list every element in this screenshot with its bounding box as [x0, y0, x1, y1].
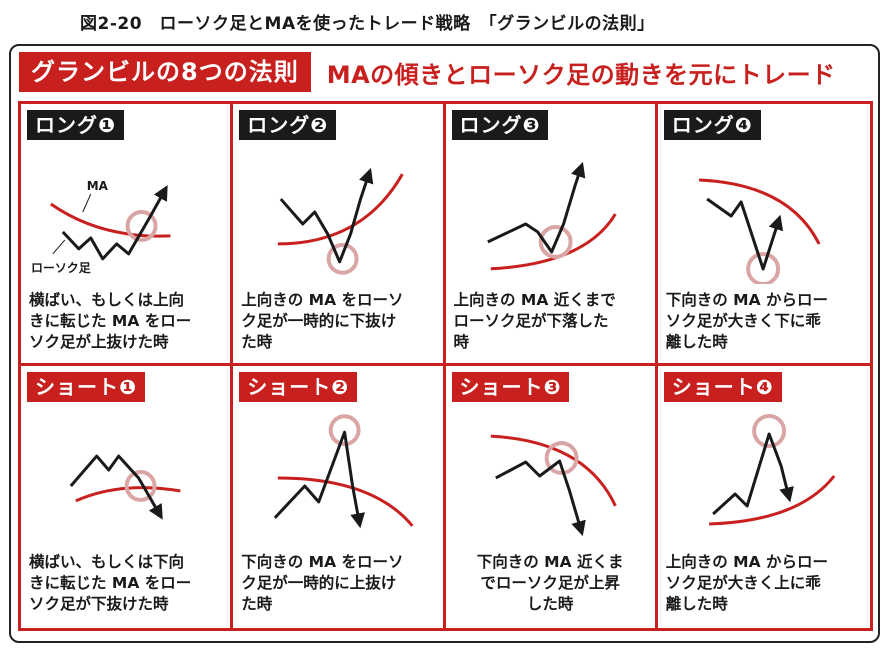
figure-caption: 図2-20 ローソク足とMAを使ったトレード戦略 「グランビルの法則」	[80, 14, 655, 34]
candle-line	[486, 161, 585, 254]
rule-description: 横ばい、もしくは下向 きに転じた MA をロー ソク足が下抜けた時	[29, 553, 192, 613]
candle-line	[61, 185, 168, 261]
rule-label: ロング❷	[239, 110, 337, 140]
rule-cell-short-4: ショート❹ 上向きの MA からロー ソク足が大きく上に乖 離した時	[658, 366, 870, 628]
ma-line	[698, 178, 821, 245]
rule-diagram	[708, 414, 836, 526]
rule-label: ショート❶	[27, 372, 145, 402]
rule-cell-long-2: ロング❷ 上向きの MA をローソ ク足が一時的に下抜け た時	[233, 104, 446, 366]
rule-label: ロング❶	[27, 110, 124, 140]
rule-diagram	[278, 167, 404, 275]
rule-diagram	[486, 161, 617, 271]
rule-label: ショート❹	[663, 372, 782, 402]
rule-diagram	[490, 434, 617, 537]
ma-line	[490, 213, 617, 271]
diagram-frame: グランビルの8つの法則 MAの傾きとローソク足の動きを元にトレード ロング❶ M…	[9, 44, 880, 643]
rule-cell-long-1: ロング❶ MA ローソク足 横ばい、もしくは上向 きに転じた MA をロー ソク…	[21, 104, 234, 366]
rule-label: ロング❸	[451, 110, 549, 140]
rule-diagram: MA ローソク足	[31, 179, 171, 275]
rule-cell-short-2: ショート❷ 下向きの MA をローソ ク足が一時的に上抜け た時	[233, 366, 446, 628]
crossover-circle	[751, 414, 786, 448]
rule-diagram	[274, 414, 414, 529]
rule-description: 下向きの MA 近くま でローソク足が上昇 した時	[476, 553, 624, 613]
diagram-title: グランビルの8つの法則	[19, 52, 311, 92]
rule-description: 下向きの MA をローソ ク足が一時的に上抜け た時	[241, 553, 404, 613]
candle-annotation: ローソク足	[31, 261, 91, 275]
rule-cell-short-3: ショート❸ 下向きの MA 近くま でローソク足が上昇 した時	[446, 366, 658, 628]
rule-description: 上向きの MA 近くまで ローソク足が下落した 時	[453, 291, 616, 351]
diagram-subtitle: MAの傾きとローソク足の動きを元にトレード	[326, 60, 836, 89]
ma-annotation: MA	[87, 179, 109, 193]
rule-description: 横ばい、もしくは上向 きに転じた MA をロー ソク足が上抜けた時	[29, 291, 192, 351]
rule-description: 上向きの MA からロー ソク足が大きく上に乖 離した時	[665, 553, 828, 613]
rule-label: ショート❸	[451, 372, 570, 402]
rule-description: 下向きの MA からロー ソク足が大きく下に乖 離した時	[665, 291, 828, 351]
rule-cell-short-1: ショート❶ 横ばい、もしくは下向 きに転じた MA をロー ソク足が下抜けた時	[21, 366, 234, 628]
rule-diagram	[69, 454, 181, 520]
rule-description: 上向きの MA をローソ ク足が一時的に下抜け た時	[241, 291, 404, 351]
rule-label: ショート❷	[239, 372, 358, 402]
title-bar: グランビルの8つの法則 MAの傾きとローソク足の動きを元にトレード	[11, 46, 878, 98]
candle-line	[711, 432, 794, 516]
rule-cell-long-4: ロング❹ 下向きの MA からロー ソク足が大きく下に乖 離した時	[657, 104, 870, 366]
candle-line	[279, 167, 374, 264]
rule-cell-long-3: ロング❸ 上向きの MA 近くまで ローソク足が下落した 時	[445, 104, 658, 366]
candle-line	[706, 197, 783, 271]
ma-line	[278, 173, 404, 246]
candle-line	[69, 454, 163, 520]
ma-line	[278, 476, 414, 527]
rule-diagram	[698, 178, 821, 284]
rule-label: ロング❹	[663, 110, 761, 140]
rules-grid: ロング❶ MA ローソク足 横ばい、もしくは上向 きに転じた MA をロー ソク…	[18, 101, 873, 631]
